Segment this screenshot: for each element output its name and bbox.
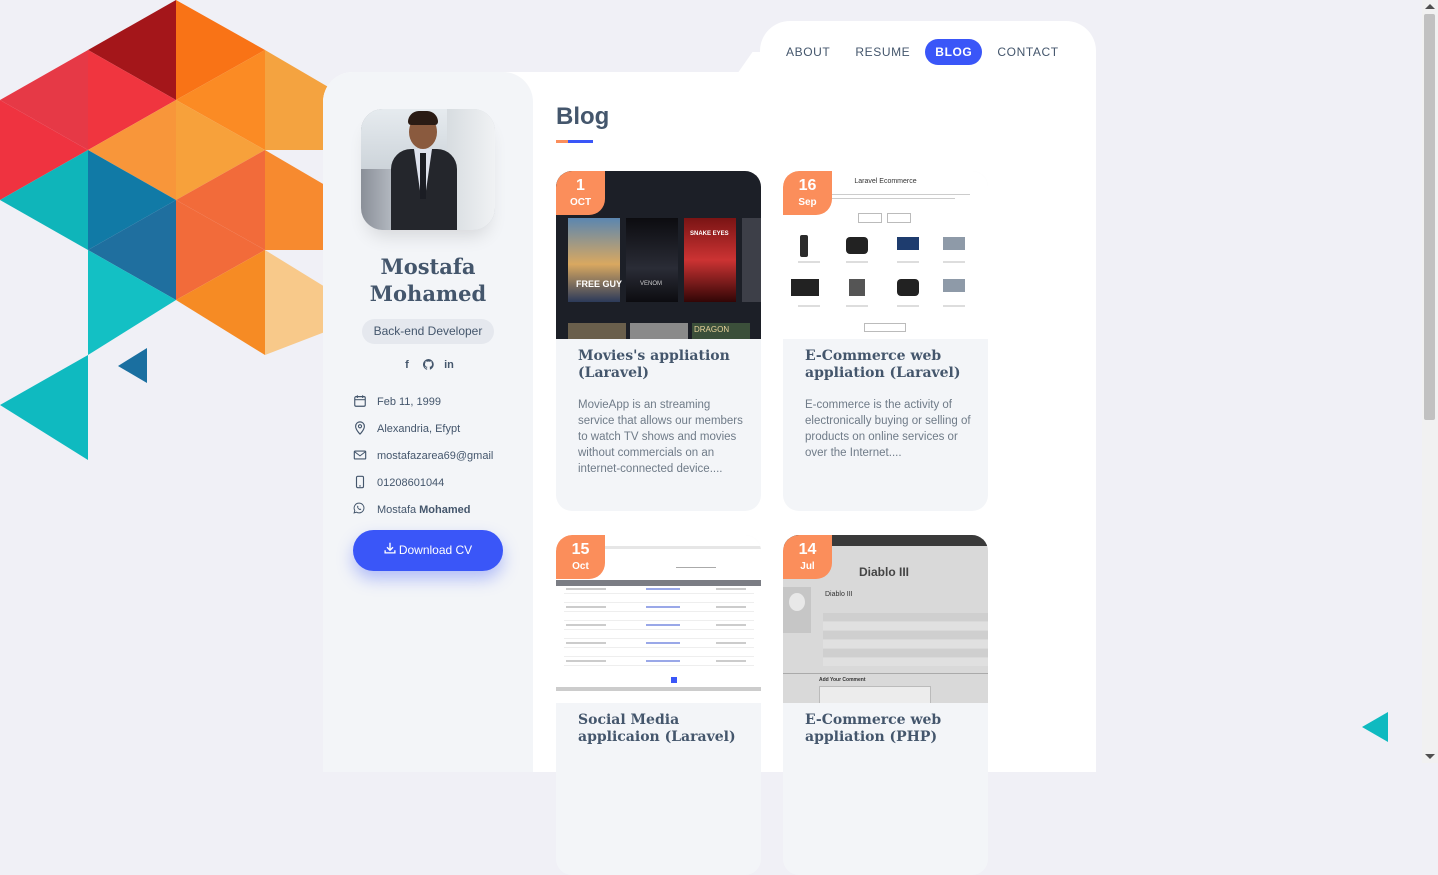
- mail-icon: [353, 448, 369, 464]
- post-excerpt: MovieApp is an streaming service that al…: [578, 399, 743, 475]
- calendar-icon: [353, 394, 369, 410]
- poster-title-dragon: DRAGON: [694, 325, 730, 334]
- whatsapp-icon: [353, 502, 369, 518]
- thumbnail-heading: Diablo III: [859, 565, 910, 579]
- blog-post-card[interactable]: Laravel Ecommerce 16 Sep E-Commerce web …: [783, 171, 988, 511]
- post-excerpt: E-commerce is the activity of electronic…: [805, 399, 971, 459]
- scroll-down-arrow[interactable]: [1425, 754, 1435, 759]
- avatar: [361, 109, 495, 230]
- download-icon: [384, 530, 396, 571]
- post-title[interactable]: E-Commerce web appliation (PHP): [805, 712, 975, 746]
- blog-post-card[interactable]: FREE GUY VENOM SNAKE EYES DRAGON 1 OCT M…: [556, 171, 761, 511]
- profile-last-name: Mohamed: [369, 281, 487, 306]
- facebook-icon[interactable]: f: [402, 359, 413, 373]
- linkedin-icon[interactable]: in: [444, 359, 455, 373]
- social-links: f in: [323, 359, 533, 373]
- email-text[interactable]: mostafazarea69@gmail: [377, 450, 493, 462]
- poster-title-freeguy: FREE GUY: [576, 279, 623, 289]
- poster-title-snakeeyes: SNAKE EYES: [690, 231, 729, 237]
- role-badge: Back-end Developer: [362, 319, 494, 344]
- info-location: Alexandria, Efypt: [353, 415, 493, 442]
- info-birthday: Feb 11, 1999: [353, 388, 493, 415]
- whatsapp-first-name: Mostafa: [377, 503, 417, 516]
- post-month: Oct: [572, 561, 589, 572]
- post-month: OCT: [569, 197, 592, 208]
- post-day: 1: [576, 177, 585, 194]
- info-whatsapp: Mostafa Mohamed: [353, 496, 493, 523]
- scrollbar-thumb[interactable]: [1424, 14, 1435, 420]
- birthday-text: Feb 11, 1999: [377, 395, 442, 408]
- post-title[interactable]: Movies's appliation (Laravel): [578, 348, 748, 382]
- thumbnail-subheading: Diablo III: [825, 591, 853, 598]
- phone-text[interactable]: 01208601044: [377, 477, 444, 489]
- scroll-up-arrow[interactable]: [1425, 4, 1435, 9]
- nav-resume[interactable]: RESUME: [845, 39, 920, 65]
- phone-icon: [353, 475, 369, 491]
- page-title: Blog: [556, 103, 610, 130]
- poster-title-venom: VENOM: [640, 281, 663, 287]
- post-date-badge: 14 Jul: [783, 535, 832, 579]
- decorative-triangles: [0, 0, 330, 460]
- profile-first-name: Mostafa: [380, 254, 476, 279]
- post-date-badge: 15 Oct: [556, 535, 605, 579]
- post-title[interactable]: Social Media applicaion (Laravel): [578, 712, 748, 746]
- profile-info-list: Feb 11, 1999 Alexandria, Efypt mostafaza…: [353, 388, 493, 523]
- post-month: Sep: [798, 197, 817, 208]
- whatsapp-last-name: Mohamed: [419, 503, 471, 516]
- profile-sidebar: Mostafa Mohamed Back-end Developer f in …: [323, 72, 533, 772]
- profile-name: Mostafa Mohamed: [323, 253, 533, 307]
- nav-blog[interactable]: BLOG: [925, 39, 983, 65]
- location-pin-icon: [353, 420, 369, 437]
- download-cv-label: Download CV: [398, 543, 473, 557]
- info-phone: 01208601044: [353, 469, 493, 496]
- title-underline: [556, 140, 593, 143]
- location-text: Alexandria, Efypt: [377, 422, 461, 435]
- post-date-badge: 1 OCT: [556, 171, 605, 215]
- download-cv-button[interactable]: Download CV: [353, 530, 503, 571]
- scrollbar[interactable]: [1422, 0, 1438, 763]
- post-date-badge: 16 Sep: [783, 171, 832, 215]
- blog-post-card[interactable]: 15 Oct Social Media applicaion (Laravel): [556, 535, 761, 875]
- decorative-triangle-corner: [1362, 712, 1388, 742]
- nav-contact[interactable]: CONTACT: [987, 39, 1068, 65]
- thumbnail-comment-label: Add Your Comment: [819, 677, 866, 683]
- post-day: 14: [798, 541, 817, 558]
- top-nav: ABOUT RESUME BLOG CONTACT: [760, 21, 1096, 81]
- nav-about[interactable]: ABOUT: [776, 39, 840, 65]
- post-month: Jul: [800, 561, 815, 572]
- info-email: mostafazarea69@gmail: [353, 442, 493, 469]
- post-title[interactable]: E-Commerce web appliation (Laravel): [805, 348, 975, 382]
- blog-post-card[interactable]: Diablo III Diablo III Add Your Comment 1…: [783, 535, 988, 875]
- post-day: 15: [571, 541, 590, 558]
- github-icon[interactable]: [422, 359, 434, 373]
- post-day: 16: [798, 177, 817, 194]
